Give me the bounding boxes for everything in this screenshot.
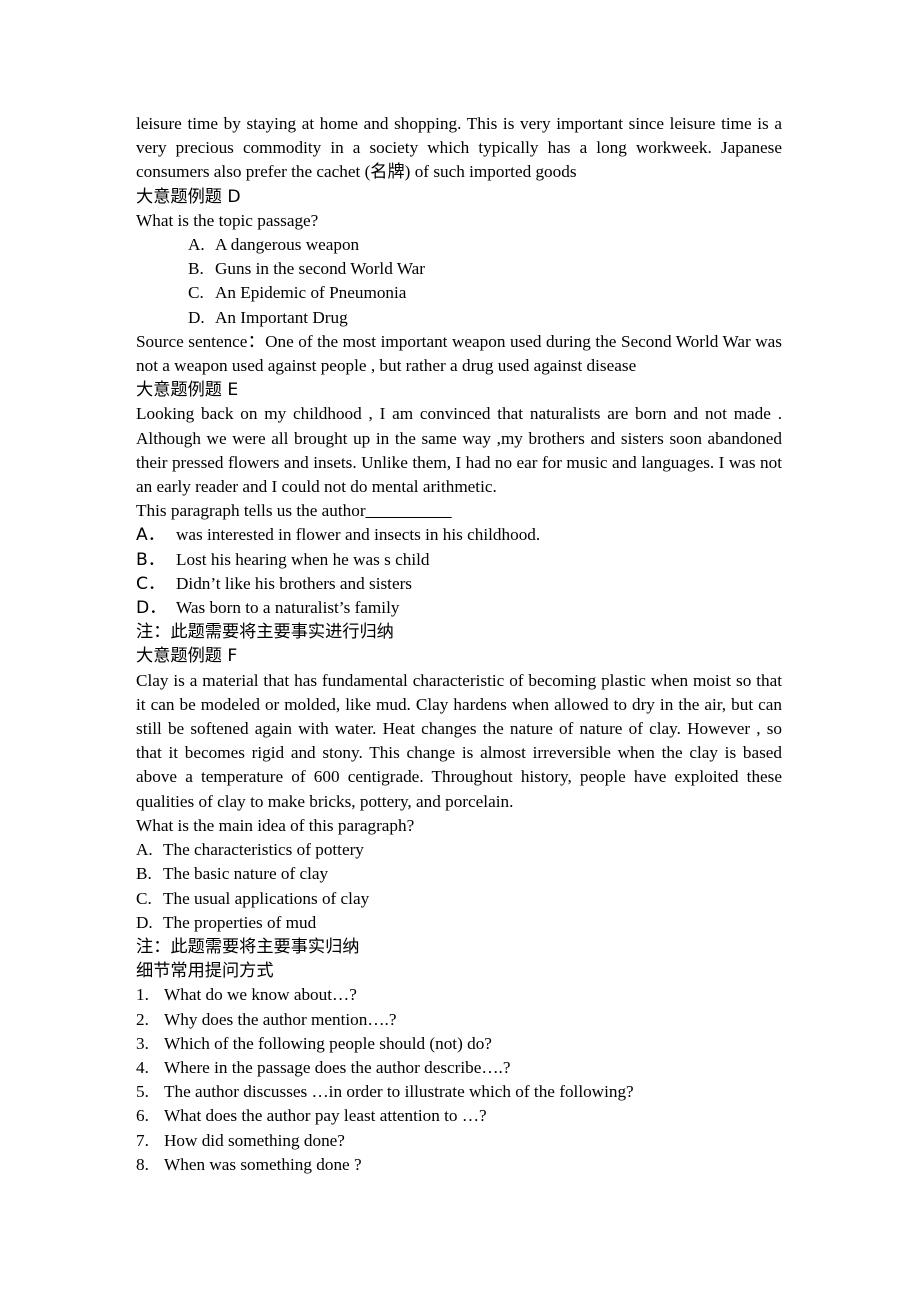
option-label: was interested in flower and insects in …: [176, 525, 541, 545]
list-item[interactable]: 3. Which of the following people should (…: [136, 1032, 782, 1056]
list-item[interactable]: 7. How did something done?: [136, 1129, 782, 1153]
option-marker: C.: [136, 888, 152, 908]
list-item-label: Where in the passage does the author des…: [164, 1057, 511, 1077]
answer-blank[interactable]: __________: [366, 501, 452, 520]
option-item[interactable]: A． was interested in flower and insects i…: [136, 523, 782, 547]
option-marker: C.: [188, 283, 204, 303]
question-d: What is the topic passage?: [136, 210, 319, 230]
option-list-e: A． was interested in flower and insects i…: [136, 523, 782, 620]
option-item[interactable]: D． Was born to a naturalist’s family: [136, 596, 782, 620]
list-item[interactable]: 2. Why does the author mention….?: [136, 1008, 782, 1032]
list-item-marker: 6.: [136, 1106, 149, 1126]
option-item[interactable]: B． Lost his hearing when he was s child: [136, 548, 782, 572]
passage-f: Clay is a material that has fundamental …: [136, 670, 782, 811]
list-item[interactable]: 5. The author discusses …in order to illu…: [136, 1080, 782, 1104]
detail-section-heading: 细节常用提问方式: [136, 961, 274, 982]
list-item-label: The author discusses …in order to illust…: [164, 1082, 634, 1102]
option-marker: A.: [188, 235, 205, 255]
list-item[interactable]: 6. What does the author pay least attenti…: [136, 1104, 782, 1128]
note-e: 注：此题需要将主要事实进行归纳: [136, 622, 394, 643]
question-f: What is the main idea of this paragraph?: [136, 815, 415, 835]
option-label: The characteristics of pottery: [163, 840, 364, 860]
section-heading-f: 大意题例题 F: [136, 646, 238, 667]
option-marker: A.: [136, 840, 153, 860]
option-marker: A．: [136, 525, 165, 546]
option-label: Didn’t like his brothers and sisters: [176, 573, 412, 593]
list-item-label: What do we know about…?: [164, 985, 357, 1005]
passage-e: Looking back on my childhood , I am conv…: [136, 404, 782, 497]
list-item-label: Why does the author mention….?: [164, 1009, 397, 1029]
list-item-label: Which of the following people should (no…: [164, 1033, 492, 1053]
intro-paragraph: leisure time by staying at home and shop…: [136, 114, 782, 182]
option-item[interactable]: C． Didn’t like his brothers and sisters: [136, 572, 782, 596]
list-item[interactable]: 1. What do we know about…?: [136, 983, 782, 1007]
note-f: 注：此题需要将主要事实归纳: [136, 936, 360, 957]
option-label: The basic nature of clay: [163, 864, 329, 884]
option-marker: D.: [188, 307, 205, 327]
option-marker: D.: [136, 912, 153, 932]
option-marker: B.: [136, 864, 152, 884]
option-label: An Important Drug: [215, 307, 348, 327]
list-item[interactable]: 8. When was something done ?: [136, 1153, 782, 1177]
option-item[interactable]: B. The basic nature of clay: [136, 862, 782, 886]
option-item[interactable]: D. An Important Drug: [188, 306, 782, 330]
list-item[interactable]: 4. Where in the passage does the author d…: [136, 1056, 782, 1080]
list-item-marker: 3.: [136, 1033, 149, 1053]
source-sentence-d: Source sentence：One of the most importan…: [136, 331, 782, 376]
option-item[interactable]: B. Guns in the second World War: [188, 257, 782, 281]
question-e: This paragraph tells us the author______…: [136, 499, 782, 523]
list-item-marker: 1.: [136, 985, 149, 1005]
option-label: A dangerous weapon: [215, 235, 360, 255]
option-item[interactable]: A. A dangerous weapon: [188, 233, 782, 257]
option-list-f: A. The characteristics of pottery B. The b…: [136, 838, 782, 935]
section-heading-e: 大意题例题 E: [136, 380, 239, 401]
document-body: leisure time by staying at home and shop…: [136, 112, 782, 1177]
document-page: leisure time by staying at home and shop…: [0, 0, 920, 1302]
list-item-marker: 7.: [136, 1130, 149, 1150]
option-label: The usual applications of clay: [163, 888, 370, 908]
detail-question-list: 1. What do we know about…? 2. Why does the…: [136, 983, 782, 1177]
list-item-marker: 8.: [136, 1154, 149, 1174]
option-marker: B.: [188, 259, 204, 279]
question-e-lead: This paragraph tells us the author: [136, 501, 366, 521]
option-list-d: A. A dangerous weapon B. Guns in the secon…: [136, 233, 782, 330]
option-label: Lost his hearing when he was s child: [176, 549, 430, 569]
option-marker: C．: [136, 573, 166, 594]
option-marker: B．: [136, 549, 165, 570]
list-item-marker: 2.: [136, 1009, 149, 1029]
option-label: An Epidemic of Pneumonia: [215, 283, 407, 303]
list-item-label: When was something done ?: [164, 1154, 362, 1174]
option-label: Guns in the second World War: [215, 259, 425, 279]
list-item-label: What does the author pay least attention…: [164, 1106, 487, 1126]
option-label: Was born to a naturalist’s family: [176, 598, 400, 618]
section-heading-d: 大意题例题 D: [136, 186, 241, 207]
option-label: The properties of mud: [163, 912, 317, 932]
option-item[interactable]: C. The usual applications of clay: [136, 887, 782, 911]
list-item-marker: 4.: [136, 1057, 149, 1077]
option-item[interactable]: D. The properties of mud: [136, 911, 782, 935]
option-marker: D．: [136, 598, 167, 619]
list-item-marker: 5.: [136, 1082, 149, 1102]
option-item[interactable]: C. An Epidemic of Pneumonia: [188, 281, 782, 305]
option-item[interactable]: A. The characteristics of pottery: [136, 838, 782, 862]
list-item-label: How did something done?: [164, 1130, 345, 1150]
